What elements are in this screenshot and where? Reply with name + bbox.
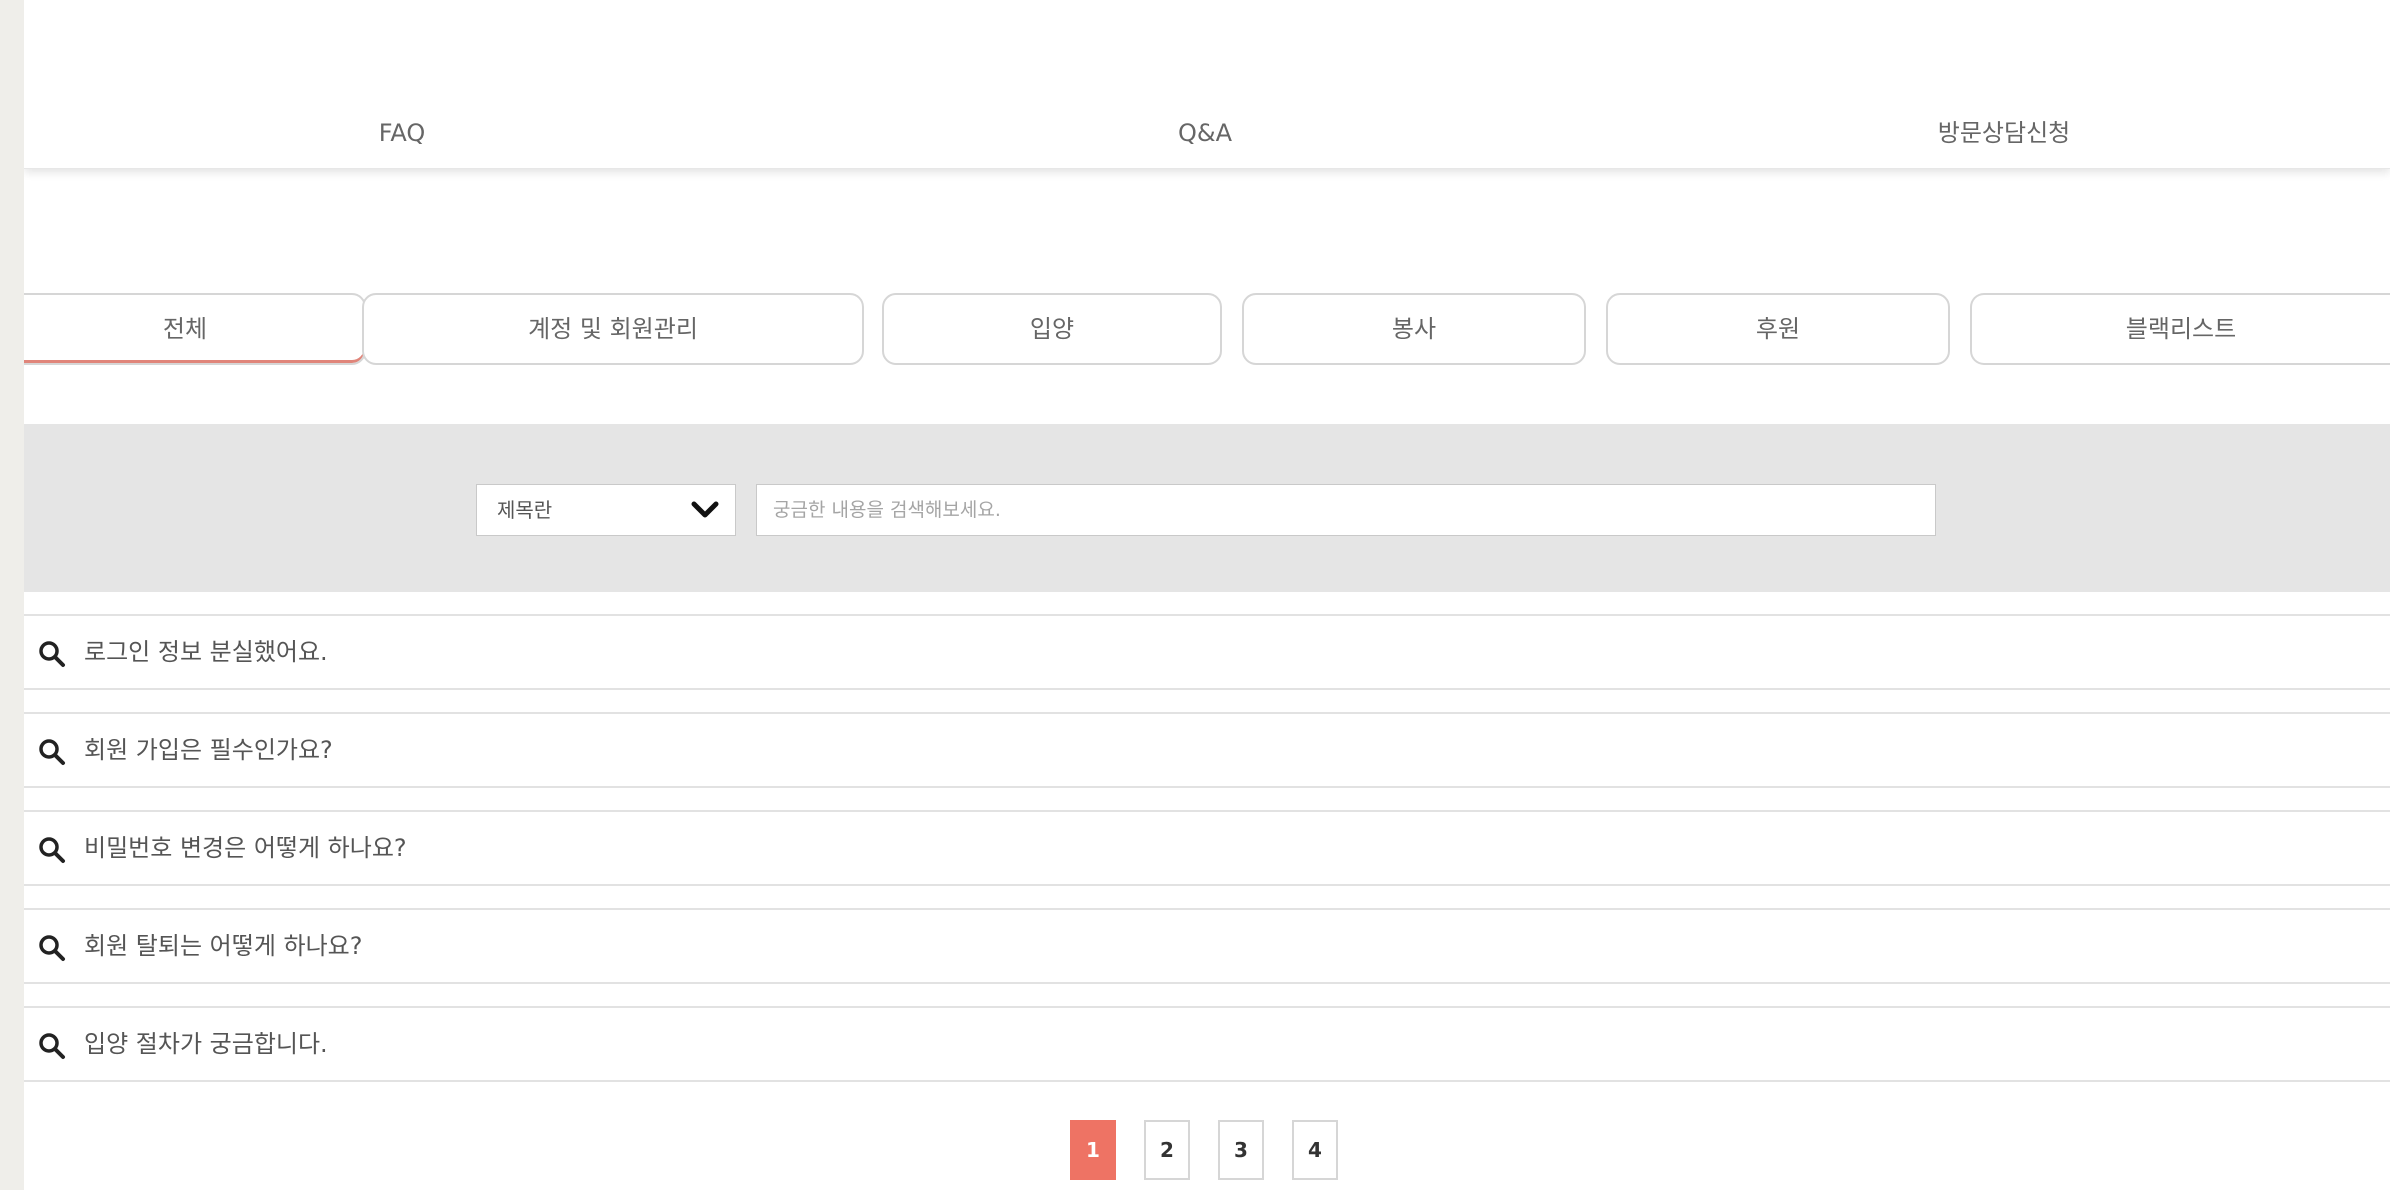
faq-question: 비밀번호 변경은 어떻게 하나요? — [84, 834, 407, 862]
faq-item[interactable]: 비밀번호 변경은 어떻게 하나요? — [24, 810, 2390, 886]
faq-question: 회원 가입은 필수인가요? — [84, 736, 333, 764]
page-4-button[interactable]: 4 — [1292, 1120, 1338, 1180]
faq-item[interactable]: 입양 절차가 궁금합니다. — [24, 1006, 2390, 1082]
tab-qna[interactable]: Q&A — [1178, 112, 1232, 154]
search-type-value: 제목란 — [497, 498, 553, 522]
page-3-button[interactable]: 3 — [1218, 1120, 1264, 1180]
faq-page: FAQ Q&A 방문상담신청 전체 계정 및 회원관리 입양 봉사 후원 블랙리… — [24, 0, 2390, 1190]
category-blacklist-button[interactable]: 블랙리스트 — [1970, 293, 2390, 365]
search-icon — [39, 837, 65, 863]
faq-question: 입양 절차가 궁금합니다. — [84, 1030, 328, 1058]
search-icon — [39, 641, 65, 667]
top-tab-bar: FAQ Q&A 방문상담신청 — [24, 0, 2390, 169]
faq-question: 회원 탈퇴는 어떻게 하나요? — [84, 932, 363, 960]
faq-item[interactable]: 회원 탈퇴는 어떻게 하나요? — [24, 908, 2390, 984]
faq-question: 로그인 정보 분실했어요. — [84, 638, 328, 666]
search-icon — [39, 935, 65, 961]
page-2-button[interactable]: 2 — [1144, 1120, 1190, 1180]
search-type-select[interactable]: 제목란 — [476, 484, 736, 536]
faq-item[interactable]: 회원 가입은 필수인가요? — [24, 712, 2390, 788]
chevron-down-icon — [691, 501, 719, 518]
category-adoption-button[interactable]: 입양 — [882, 293, 1222, 365]
category-volunteer-button[interactable]: 봉사 — [1242, 293, 1586, 365]
search-icon — [39, 1033, 65, 1059]
search-area: 제목란 — [24, 424, 2390, 592]
tab-faq[interactable]: FAQ — [379, 112, 426, 154]
category-sponsorship-button[interactable]: 후원 — [1606, 293, 1950, 365]
search-icon — [39, 739, 65, 765]
category-all-button[interactable]: 전체 — [24, 293, 366, 365]
category-account-button[interactable]: 계정 및 회원관리 — [362, 293, 864, 365]
page-1-button[interactable]: 1 — [1070, 1120, 1116, 1180]
search-input[interactable] — [756, 484, 1936, 536]
faq-item[interactable]: 로그인 정보 분실했어요. — [24, 614, 2390, 690]
tab-visit-consultation[interactable]: 방문상담신청 — [1938, 112, 2070, 154]
